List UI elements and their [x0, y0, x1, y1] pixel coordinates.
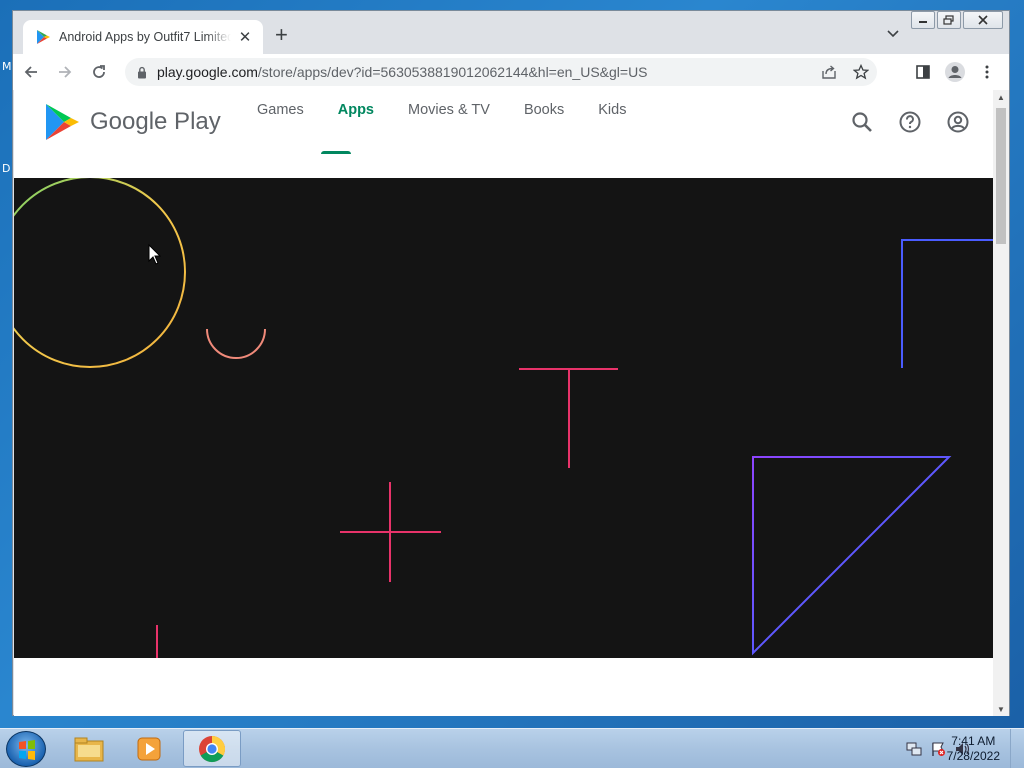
tab-search-chevron-icon[interactable]	[887, 27, 899, 41]
lock-icon	[138, 66, 146, 78]
tab-close-icon[interactable]: ✕	[237, 28, 253, 46]
taskbar-media-player[interactable]	[120, 730, 178, 767]
chrome-icon	[199, 735, 226, 762]
windows-logo-icon	[19, 740, 35, 760]
account-icon[interactable]	[934, 106, 982, 138]
mouse-cursor-icon	[148, 243, 162, 265]
start-button[interactable]	[6, 731, 46, 767]
t-shape	[519, 368, 618, 468]
nav-apps[interactable]: Apps	[320, 90, 391, 154]
gplay-header: Google Play Games Apps Movies & TV Books…	[14, 90, 994, 178]
gplay-actions	[838, 106, 982, 138]
url-path: /store/apps/dev?id=5630538819012062144&h…	[257, 64, 648, 80]
taskbar-file-explorer[interactable]	[60, 730, 118, 767]
show-desktop-button[interactable]	[1010, 729, 1024, 768]
tab-strip: Android Apps by Outfit7 Limited ✕ +	[13, 11, 1009, 54]
google-play-logo-icon	[46, 104, 79, 140]
desktop-icon-label: D	[2, 162, 11, 175]
network-icon[interactable]	[902, 741, 926, 757]
taskbar: 7:41 AM 7/28/2022	[0, 728, 1024, 768]
banner-decorative-shapes	[14, 176, 994, 658]
nav-books[interactable]: Books	[507, 90, 581, 154]
page-viewport: Google Play Games Apps Movies & TV Books…	[14, 90, 994, 716]
clock-date: 7/28/2022	[946, 749, 1000, 763]
desktop-icon-label: M	[2, 60, 12, 73]
arc-shape	[206, 328, 266, 359]
scroll-down-arrow-icon[interactable]: ▼	[997, 705, 1005, 714]
scroll-up-arrow-icon[interactable]: ▲	[997, 93, 1005, 102]
side-panel-icon[interactable]	[907, 56, 939, 88]
triangle-shape	[752, 456, 952, 656]
scroll-thumb[interactable]	[996, 108, 1006, 244]
taskbar-chrome[interactable]	[183, 730, 241, 767]
nav-kids[interactable]: Kids	[581, 90, 643, 154]
developer-banner	[14, 176, 994, 658]
browser-window: Android Apps by Outfit7 Limited ✕ + play…	[12, 10, 1010, 716]
nav-games[interactable]: Games	[240, 90, 321, 154]
help-icon[interactable]	[886, 106, 934, 138]
minimize-button[interactable]	[911, 11, 935, 29]
url-host: play.google.com	[157, 64, 258, 80]
taskbar-clock[interactable]: 7:41 AM 7/28/2022	[947, 734, 1000, 764]
browser-toolbar: play.google.com/store/apps/dev?id=563053…	[13, 54, 1009, 90]
folder-icon	[74, 737, 104, 761]
clock-time: 7:41 AM	[951, 734, 996, 748]
reload-icon	[93, 65, 105, 78]
reload-button[interactable]	[83, 56, 115, 88]
new-tab-button[interactable]: +	[275, 24, 288, 46]
share-icon[interactable]	[813, 64, 845, 80]
google-play-favicon-icon	[37, 30, 50, 44]
gplay-nav: Games Apps Movies & TV Books Kids	[240, 90, 643, 178]
google-play-logo[interactable]: Google Play	[44, 102, 221, 142]
circle-shape	[14, 176, 186, 368]
nav-movies-tv[interactable]: Movies & TV	[391, 90, 507, 154]
tab-active[interactable]: Android Apps by Outfit7 Limited ✕	[23, 20, 263, 54]
url-text: play.google.com/store/apps/dev?id=563053…	[157, 64, 648, 80]
tab-title: Android Apps by Outfit7 Limited	[59, 30, 231, 44]
close-window-button[interactable]	[963, 11, 1003, 29]
arrow-right-icon	[59, 66, 72, 78]
search-icon[interactable]	[838, 106, 886, 138]
google-play-wordmark: Google Play	[90, 108, 221, 135]
plus-shape	[340, 482, 441, 582]
profile-avatar-icon[interactable]	[939, 56, 971, 88]
page-scrollbar[interactable]: ▲ ▼	[993, 90, 1009, 716]
media-player-icon	[137, 737, 161, 760]
address-bar[interactable]: play.google.com/store/apps/dev?id=563053…	[125, 58, 877, 86]
back-button[interactable]	[15, 56, 47, 88]
bookmark-star-icon[interactable]	[845, 64, 877, 80]
restore-button[interactable]	[937, 11, 961, 29]
corner-shape	[901, 239, 994, 368]
window-controls	[909, 11, 1003, 29]
arrow-left-icon	[24, 66, 37, 78]
forward-button[interactable]	[49, 56, 81, 88]
menu-kebab-icon[interactable]	[971, 56, 1003, 88]
